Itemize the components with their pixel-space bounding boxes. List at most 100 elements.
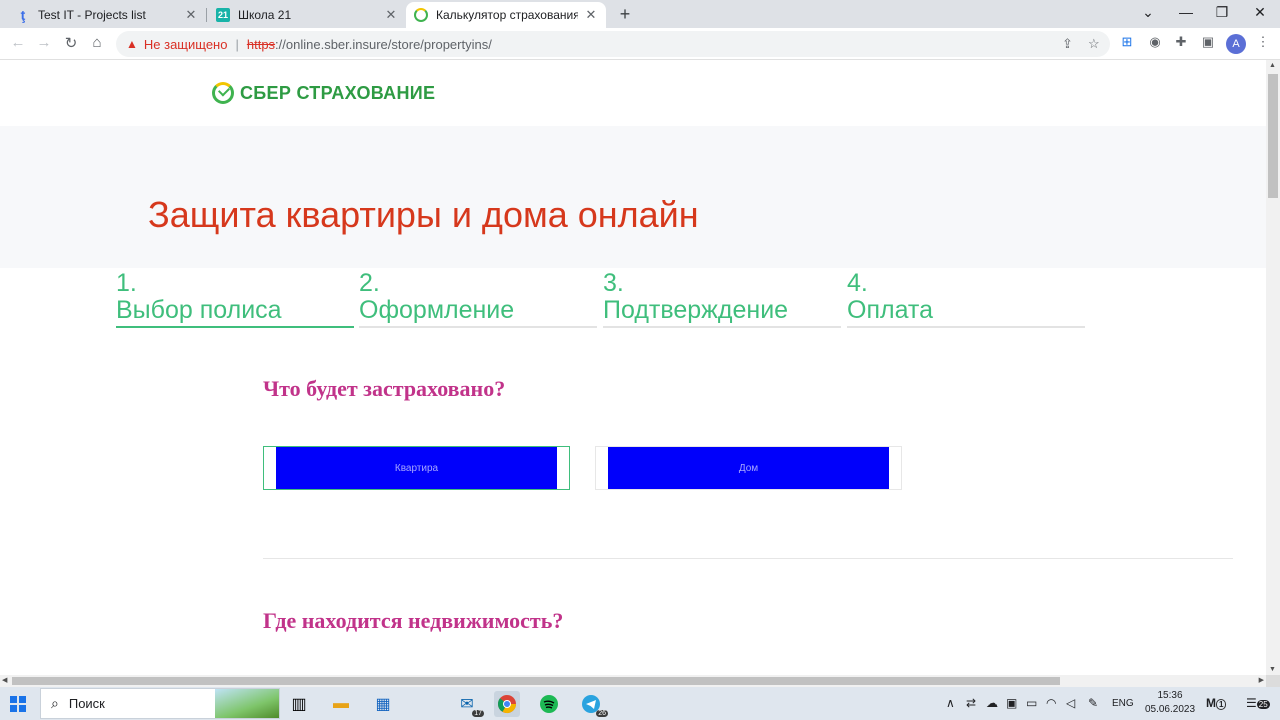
close-tab-icon[interactable]: ✕: [384, 7, 398, 23]
search-highlight-image: [215, 689, 279, 718]
home-icon[interactable]: ⌂: [87, 34, 107, 51]
reload-icon[interactable]: ↻: [61, 34, 81, 52]
show-hidden-icons-icon[interactable]: ∧: [946, 696, 955, 710]
back-icon[interactable]: ←: [8, 34, 28, 51]
step-3[interactable]: 3. Подтверждение: [603, 269, 841, 328]
horizontal-scrollbar[interactable]: ◀ ▶: [0, 675, 1266, 687]
volume-icon[interactable]: ◁: [1066, 696, 1075, 710]
tab-title: Test IT - Projects list: [38, 8, 146, 22]
microsoft-store-icon[interactable]: ▦: [370, 691, 396, 717]
option-house-label: Дом: [608, 447, 889, 489]
mail-badge: 17: [472, 710, 484, 717]
network-sync-icon[interactable]: ⇄: [966, 696, 976, 710]
section-divider: [263, 558, 1233, 559]
taskbar-search[interactable]: ⌕ Поиск: [40, 688, 280, 719]
question-what-insured: Что будет застраховано?: [263, 376, 506, 401]
minimize-button[interactable]: —: [1176, 4, 1196, 20]
tab-separator: [206, 8, 207, 22]
option-apartment[interactable]: Квартира: [263, 446, 570, 490]
school-21-favicon-icon: 21: [216, 8, 230, 22]
sber-logo[interactable]: СБЕР СТРАХОВАНИЕ: [212, 82, 435, 104]
spotify-icon[interactable]: [536, 691, 562, 717]
close-tab-icon[interactable]: ✕: [184, 7, 198, 23]
input-language[interactable]: ENG: [1112, 698, 1134, 709]
tab-sber-calculator[interactable]: Калькулятор страхования частн ✕: [406, 2, 606, 28]
step-number: 4.: [847, 269, 868, 297]
vertical-scrollbar[interactable]: ▲ ▼: [1266, 60, 1280, 675]
windows-taskbar: ⌕ Поиск ▥ ▬ ▦ ✉ 17 26 ∧ ⇄ ☁ ▣ ▭ ◠ ◁ ✎ ENG…: [0, 687, 1280, 720]
sber-logo-icon: [212, 82, 234, 104]
step-label: Выбор полиса: [116, 296, 282, 324]
windows-start-icon[interactable]: [10, 696, 26, 712]
scroll-down-arrow-icon[interactable]: ▼: [1269, 666, 1276, 673]
step-1[interactable]: 1. Выбор полиса: [116, 270, 354, 328]
wifi-icon[interactable]: ◠: [1046, 696, 1056, 710]
bookmark-star-icon[interactable]: ☆: [1088, 36, 1100, 52]
logo-text: СБЕР СТРАХОВАНИЕ: [240, 82, 436, 103]
system-clock[interactable]: 15:36 05.06.2023: [1140, 689, 1200, 717]
forward-icon[interactable]: →: [34, 34, 54, 51]
side-panel-icon[interactable]: ▣: [1199, 34, 1217, 50]
clock-time: 15:36: [1157, 690, 1183, 701]
scroll-up-arrow-icon[interactable]: ▲: [1269, 62, 1276, 69]
hero-banner: Защита квартиры и дома онлайн: [0, 126, 1266, 268]
step-2[interactable]: 2. Оформление: [359, 270, 597, 328]
onedrive-icon[interactable]: ☁: [986, 696, 998, 710]
url-text: ://online.sber.insure/store/propertyins/: [275, 36, 492, 52]
web-page: СБЕР СТРАХОВАНИЕ Защита квартиры и дома …: [0, 60, 1266, 675]
address-bar[interactable]: ▲ Не защищено | https ://online.sber.ins…: [116, 31, 1110, 57]
telegram-icon[interactable]: 26: [578, 691, 608, 717]
option-house[interactable]: Дом: [595, 446, 902, 490]
option-apartment-label: Квартира: [276, 447, 557, 489]
mail-icon[interactable]: ✉ 17: [454, 691, 484, 717]
step-label: Подтверждение: [603, 296, 789, 324]
tab-school-21[interactable]: 21 Школа 21 ✕: [208, 2, 406, 28]
browser-tab-strip: ţ Test IT - Projects list ✕ 21 Школа 21 …: [0, 0, 1280, 28]
browser-menu-icon[interactable]: ⋮: [1254, 34, 1272, 50]
step-number: 3.: [603, 269, 624, 297]
step-indicator: [359, 326, 597, 328]
notification-badge: 25: [1256, 700, 1270, 709]
battery-icon[interactable]: ▭: [1026, 696, 1037, 710]
step-indicator-active: [116, 326, 354, 328]
task-view-icon[interactable]: ▥: [286, 691, 312, 717]
security-status[interactable]: Не защищено: [144, 37, 228, 52]
question-property-location: Где находится недвижимость?: [263, 608, 564, 633]
tab-title: Калькулятор страхования частн: [436, 8, 578, 22]
step-label: Оформление: [359, 296, 515, 324]
tab-test-it[interactable]: ţ Test IT - Projects list ✕: [8, 2, 206, 28]
address-divider: |: [235, 36, 239, 52]
step-4[interactable]: 4. Оплата: [847, 269, 1085, 328]
vertical-scroll-thumb[interactable]: [1268, 74, 1278, 198]
warning-icon: ▲: [126, 37, 138, 51]
security-center-icon[interactable]: ▣: [1006, 696, 1017, 710]
new-tab-button[interactable]: +: [616, 4, 634, 25]
notifications-icon[interactable]: ☰ 25: [1246, 696, 1270, 710]
step-label: Оплата: [847, 296, 933, 324]
test-it-favicon-icon: ţ: [20, 7, 26, 23]
chrome-icon[interactable]: [494, 691, 520, 717]
maximize-button[interactable]: ❐: [1212, 4, 1232, 21]
telegram-badge: 26: [596, 710, 608, 717]
sber-favicon-icon: [414, 8, 428, 22]
page-title: Защита квартиры и дома онлайн: [148, 194, 699, 235]
extensions-puzzle-icon[interactable]: ✚: [1172, 34, 1190, 50]
m-app-tray-icon[interactable]: M1: [1206, 696, 1227, 710]
profile-avatar[interactable]: A: [1226, 34, 1246, 54]
scroll-left-arrow-icon[interactable]: ◀: [2, 676, 7, 684]
pen-icon[interactable]: ✎: [1088, 696, 1098, 710]
m-app-badge: 1: [1216, 699, 1227, 710]
tab-search-icon[interactable]: ⌄: [1138, 4, 1158, 21]
close-tab-icon[interactable]: ✕: [584, 7, 598, 23]
extension-icon[interactable]: ◉: [1146, 34, 1164, 50]
scroll-right-arrow-icon[interactable]: ▶: [1259, 676, 1264, 684]
file-explorer-icon[interactable]: ▬: [328, 691, 354, 717]
translate-extension-icon[interactable]: ⊞: [1118, 34, 1136, 50]
clock-date: 05.06.2023: [1144, 704, 1196, 715]
horizontal-scroll-thumb[interactable]: [12, 677, 1060, 685]
share-icon[interactable]: ⇪: [1062, 36, 1073, 52]
scrollbar-corner: [1266, 675, 1280, 687]
close-window-button[interactable]: ✕: [1250, 4, 1270, 21]
search-icon: ⌕: [51, 695, 59, 711]
url-scheme: https: [246, 36, 276, 52]
